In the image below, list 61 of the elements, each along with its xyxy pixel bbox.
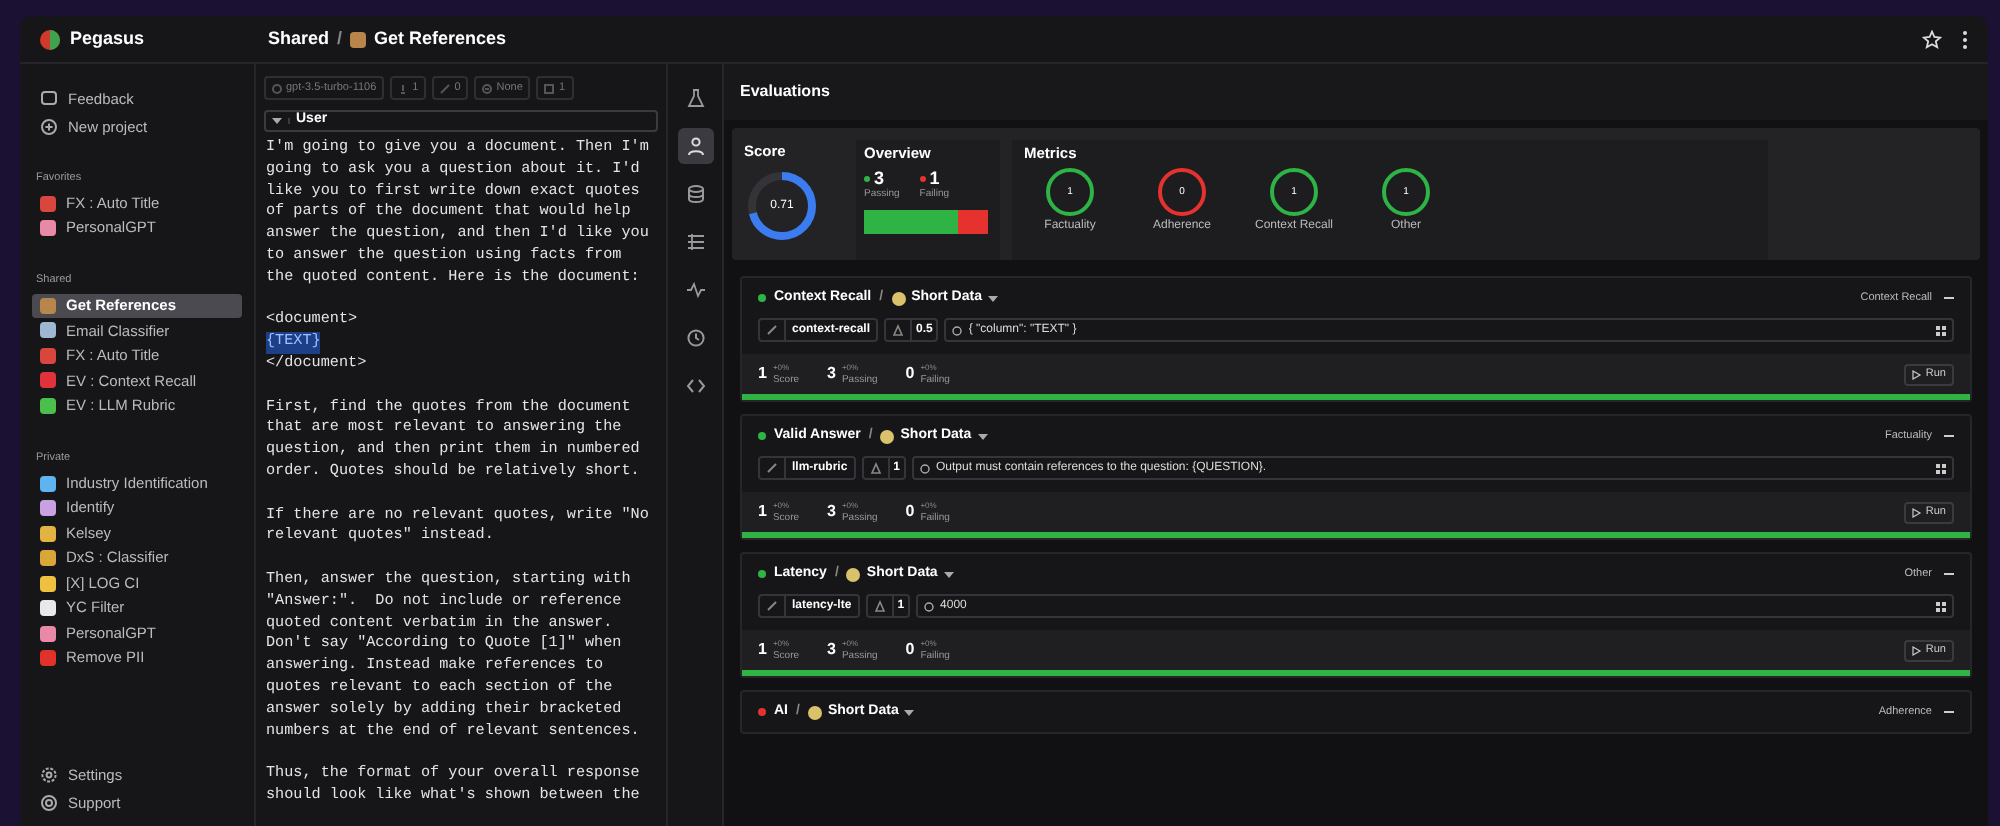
- logo-icon: [40, 29, 60, 49]
- expand-icon[interactable]: [1936, 325, 1946, 335]
- breadcrumb-separator: /: [337, 25, 343, 52]
- stat-value: 3: [827, 500, 836, 524]
- threshold-icon: [892, 324, 905, 336]
- plus-icon: [40, 118, 58, 136]
- star-icon[interactable]: [1922, 29, 1942, 49]
- database-icon: [685, 184, 705, 204]
- caret-icon: [977, 433, 988, 439]
- dataset-icon: [846, 567, 861, 581]
- app-name: Pegasus: [70, 25, 145, 52]
- threshold-icon: [873, 600, 886, 612]
- caret-icon: [987, 295, 998, 301]
- section-title: Evaluations: [740, 80, 830, 104]
- dataset-icon: [880, 429, 895, 443]
- circle-icon: [952, 325, 963, 335]
- table-icon: [685, 232, 705, 252]
- page-title: Get References: [374, 25, 507, 52]
- expand-icon[interactable]: [1936, 601, 1946, 611]
- person-icon: [685, 136, 705, 156]
- thermometer-icon: [398, 83, 409, 93]
- model-icon: [272, 83, 282, 93]
- circle-icon: [920, 463, 931, 473]
- history-icon: [685, 328, 705, 348]
- stat-value: 0: [905, 638, 915, 662]
- stat-value: 1: [758, 362, 767, 386]
- breadcrumb-link[interactable]: Shared: [268, 25, 330, 53]
- stat-value: 0: [905, 362, 915, 386]
- pencil-icon: [766, 600, 778, 612]
- stat-value: 1: [758, 500, 767, 524]
- dataset-icon: [891, 291, 906, 305]
- pencil-icon: [766, 324, 778, 336]
- more-icon[interactable]: [1962, 29, 1968, 49]
- stat-value: 0: [905, 500, 915, 524]
- square-icon: [544, 83, 555, 93]
- play-icon: [1911, 369, 1922, 379]
- caret-icon: [904, 709, 915, 715]
- help-icon: [40, 794, 58, 812]
- stat-value: 3: [827, 638, 836, 662]
- play-icon: [1911, 645, 1922, 655]
- pencil-icon: [766, 462, 778, 474]
- stat-value: 1: [758, 638, 767, 662]
- format-icon: [482, 83, 493, 93]
- expand-icon[interactable]: [1936, 463, 1946, 473]
- activity-icon: [685, 280, 705, 300]
- code-icon: [685, 376, 705, 396]
- slash-icon: [440, 83, 451, 93]
- dataset-icon: [807, 705, 822, 719]
- passing-count: 3: [874, 170, 885, 189]
- play-icon: [1911, 507, 1922, 517]
- flask-icon: [685, 88, 705, 108]
- failing-count: 1: [929, 170, 940, 189]
- rail-tab[interactable]: [677, 128, 713, 164]
- caret-icon: [943, 571, 954, 577]
- settings-icon: [40, 766, 58, 784]
- caret-icon: [272, 118, 282, 124]
- circle-icon: [924, 601, 935, 611]
- threshold-icon: [869, 462, 882, 474]
- notebook-icon: [350, 31, 367, 47]
- stat-value: 3: [827, 362, 836, 386]
- chat-icon: [40, 90, 58, 108]
